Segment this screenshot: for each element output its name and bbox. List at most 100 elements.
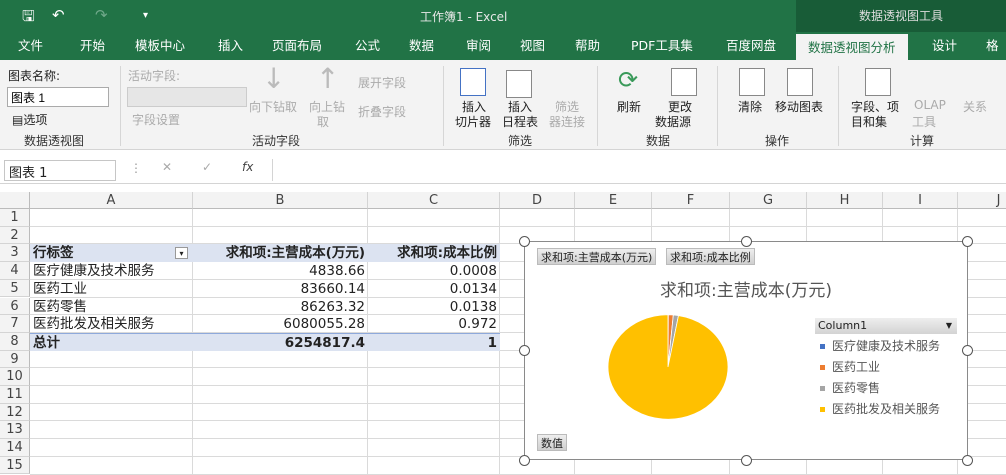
resize-handle[interactable] — [962, 236, 973, 247]
pivot-cell[interactable]: 0.0134 — [368, 280, 500, 298]
active-field-input[interactable] — [127, 87, 247, 107]
change-source-icon — [671, 68, 697, 96]
pivot-cell[interactable]: 86263.32 — [193, 298, 368, 316]
row-header-2[interactable]: 2 — [0, 227, 30, 245]
pivot-header[interactable]: 行标签 — [30, 244, 193, 262]
column-header-E[interactable]: E — [575, 192, 652, 209]
tab-11[interactable]: 百度网盘 — [726, 32, 776, 60]
row-header-1[interactable]: 1 — [0, 209, 30, 227]
tab-6[interactable]: 数据 — [409, 32, 434, 60]
enter-icon[interactable]: ✓ — [202, 160, 212, 174]
column-header-G[interactable]: G — [730, 192, 807, 209]
values-button[interactable]: 数值 — [537, 434, 567, 451]
column-header-F[interactable]: F — [652, 192, 730, 209]
row-header-8[interactable]: 8 — [0, 333, 30, 351]
refresh-button[interactable]: 刷新 — [617, 98, 641, 115]
resize-handle[interactable] — [962, 345, 973, 356]
select-all-corner[interactable] — [0, 192, 30, 209]
redo-icon[interactable]: ↷ — [95, 6, 108, 24]
resize-handle[interactable] — [519, 236, 530, 247]
row-header-3[interactable]: 3 — [0, 244, 30, 262]
legend-item[interactable]: 医药批发及相关服务 — [820, 400, 940, 417]
tab-7[interactable]: 审阅 — [466, 32, 491, 60]
options-button[interactable]: ▤选项 — [12, 111, 47, 128]
move-chart-button[interactable]: 移动图表 — [775, 98, 823, 115]
formula-input[interactable] — [272, 159, 1006, 181]
tab-14[interactable]: 格式 — [986, 32, 1006, 60]
olap-tools-button[interactable]: OLAP — [914, 98, 946, 112]
row-header-14[interactable]: 14 — [0, 439, 30, 457]
column-header-A[interactable]: A — [30, 192, 193, 209]
legend-item[interactable]: 医疗健康及技术服务 — [820, 337, 940, 354]
clear-button[interactable]: 清除 — [738, 98, 762, 115]
pivot-cell[interactable]: 0.0008 — [368, 262, 500, 280]
legend-item[interactable]: 医药工业 — [820, 358, 880, 375]
name-box[interactable]: 图表 1 — [4, 160, 116, 181]
field-button-ratio[interactable]: 求和项:成本比例 — [666, 248, 755, 265]
pie-slice-3[interactable] — [608, 315, 728, 419]
field-button-cost[interactable]: 求和项:主营成本(万元) — [537, 248, 656, 265]
resize-handle[interactable] — [519, 455, 530, 466]
tab-12[interactable]: 数据透视图分析 — [796, 34, 908, 60]
pivot-cell[interactable]: 83660.14 — [193, 280, 368, 298]
pivot-cell[interactable]: 4838.66 — [193, 262, 368, 280]
undo-icon[interactable]: ↶ — [52, 6, 65, 24]
row-header-4[interactable]: 4 — [0, 262, 30, 280]
chart-name-input[interactable] — [7, 87, 109, 107]
row-header-10[interactable]: 10 — [0, 368, 30, 386]
tab-5[interactable]: 公式 — [355, 32, 380, 60]
tab-2[interactable]: 模板中心 — [135, 32, 185, 60]
field-settings-button[interactable]: 字段设置 — [132, 111, 180, 128]
tab-1[interactable]: 开始 — [80, 32, 105, 60]
column-header-H[interactable]: H — [807, 192, 883, 209]
column-header-B[interactable]: B — [193, 192, 368, 209]
row-header-15[interactable]: 15 — [0, 457, 30, 475]
legend-filter-button[interactable]: Column1▼ — [815, 318, 957, 334]
pivot-total-cell[interactable]: 总计 — [30, 333, 193, 351]
tab-8[interactable]: 视图 — [520, 32, 545, 60]
tab-10[interactable]: PDF工具集 — [631, 32, 693, 60]
column-header-D[interactable]: D — [500, 192, 575, 209]
pivot-total-cell[interactable]: 6254817.4 — [193, 333, 368, 351]
customize-qat-icon[interactable]: ▾ — [143, 10, 148, 21]
tab-9[interactable]: 帮助 — [575, 32, 600, 60]
resize-handle[interactable] — [962, 455, 973, 466]
pivot-cell[interactable]: 0.0138 — [368, 298, 500, 316]
row-header-9[interactable]: 9 — [0, 351, 30, 369]
collapse-field-button[interactable]: 折叠字段 — [358, 103, 406, 120]
legend-item[interactable]: 医药零售 — [820, 379, 880, 396]
resize-handle[interactable] — [519, 345, 530, 356]
pivot-cell[interactable]: 0.972 — [368, 315, 500, 333]
column-header-I[interactable]: I — [883, 192, 958, 209]
pivot-cell[interactable]: 医疗健康及技术服务 — [30, 262, 193, 280]
row-label-filter-icon[interactable]: ▾ — [175, 247, 188, 259]
pivot-cell[interactable]: 医药零售 — [30, 298, 193, 316]
row-header-13[interactable]: 13 — [0, 421, 30, 439]
pivot-total-cell[interactable]: 1 — [368, 333, 500, 351]
insert-function-icon[interactable]: fx — [242, 160, 253, 174]
expand-field-button[interactable]: 展开字段 — [358, 74, 406, 91]
relationships-button[interactable]: 关系 — [963, 98, 987, 115]
row-header-6[interactable]: 6 — [0, 298, 30, 316]
tab-4[interactable]: 页面布局 — [272, 32, 322, 60]
row-header-7[interactable]: 7 — [0, 315, 30, 333]
pivot-cell[interactable]: 医药工业 — [30, 280, 193, 298]
row-header-11[interactable]: 11 — [0, 386, 30, 404]
tab-3[interactable]: 插入 — [218, 32, 243, 60]
resize-handle[interactable] — [741, 455, 752, 466]
tab-13[interactable]: 设计 — [932, 32, 957, 60]
legend-title: Column1 — [818, 319, 867, 332]
drill-down-button[interactable]: 向下钻取 — [249, 98, 297, 115]
pivot-header[interactable]: 求和项:成本比例 — [368, 244, 500, 262]
pivot-header[interactable]: 求和项:主营成本(万元) — [193, 244, 368, 262]
save-icon[interactable]: 🖫 — [22, 6, 35, 31]
column-header-J[interactable]: J — [958, 192, 1006, 209]
pivot-cell[interactable]: 医药批发及相关服务 — [30, 315, 193, 333]
row-header-5[interactable]: 5 — [0, 280, 30, 298]
tab-0[interactable]: 文件 — [18, 32, 43, 60]
pivot-cell[interactable]: 6080055.28 — [193, 315, 368, 333]
cancel-icon[interactable]: ✕ — [162, 160, 172, 174]
resize-handle[interactable] — [741, 236, 752, 247]
row-header-12[interactable]: 12 — [0, 404, 30, 422]
column-header-C[interactable]: C — [368, 192, 500, 209]
